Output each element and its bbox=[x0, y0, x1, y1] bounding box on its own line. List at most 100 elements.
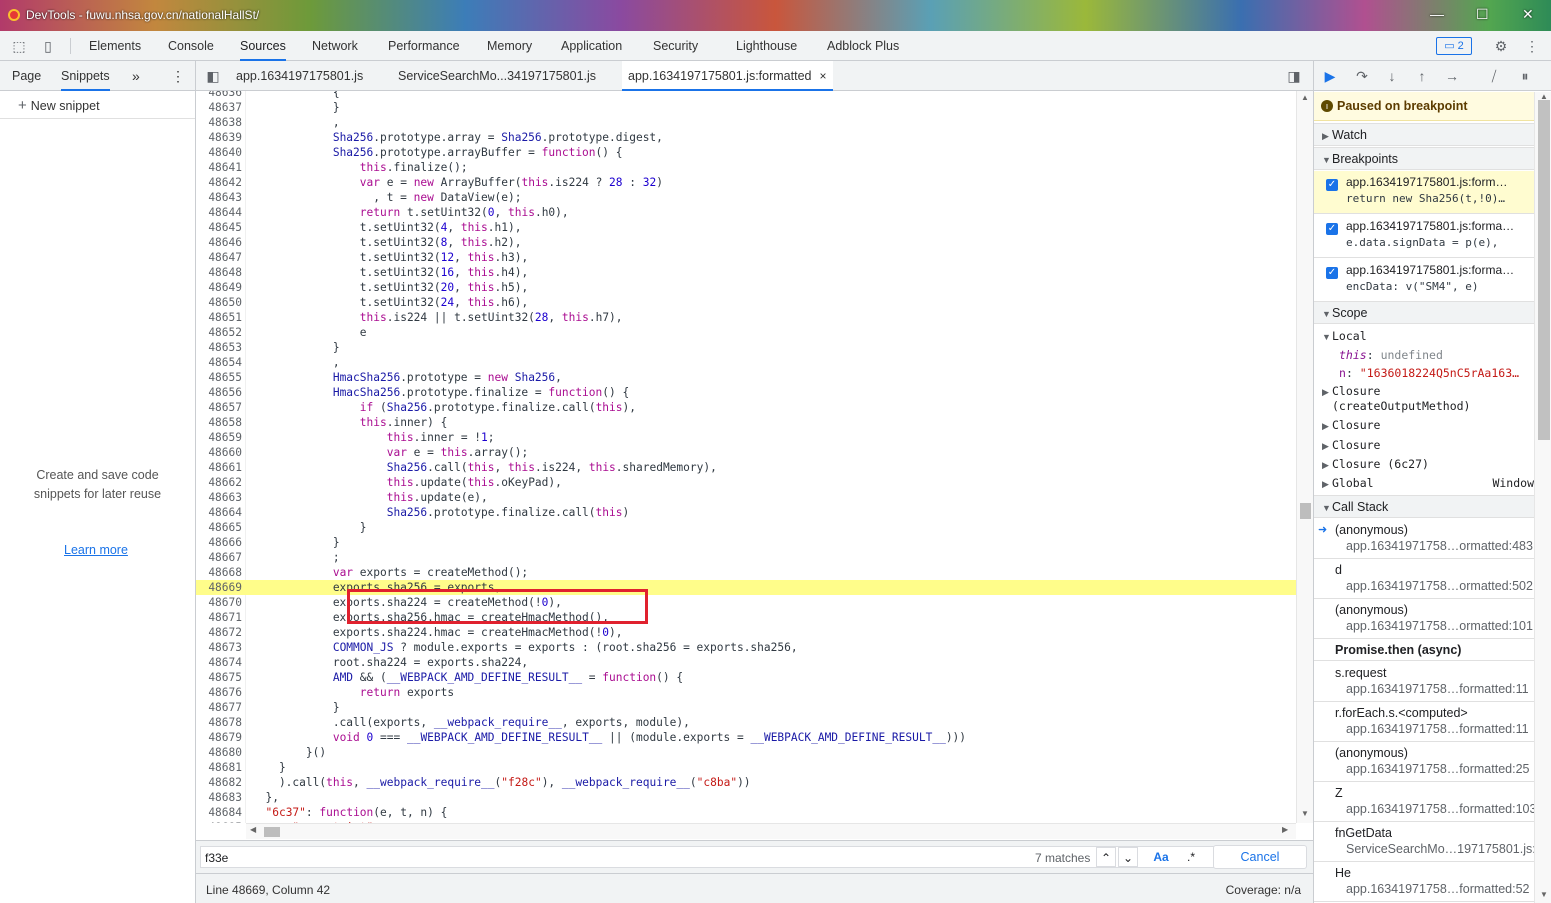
tab-console[interactable]: Console bbox=[168, 31, 214, 61]
code-line[interactable]: 48650 t.setUint32(24, this.h6), bbox=[196, 295, 1296, 310]
code-line[interactable]: 48636 { bbox=[196, 91, 1296, 100]
line-number[interactable]: 48652 bbox=[196, 325, 242, 340]
line-number[interactable]: 48640 bbox=[196, 145, 242, 160]
more-tabs-icon[interactable]: » bbox=[132, 61, 140, 91]
call-frame[interactable]: s.request app.16341971758…formatted:11 bbox=[1314, 662, 1534, 702]
code-line[interactable]: 48653 } bbox=[196, 340, 1296, 355]
frame-location[interactable]: app.16341971758…ormatted:483 bbox=[1346, 539, 1533, 553]
editor-vertical-scrollbar[interactable]: ▲ ▼ bbox=[1296, 91, 1313, 823]
line-number[interactable]: 48675 bbox=[196, 670, 242, 685]
cancel-search-button[interactable]: Cancel bbox=[1213, 845, 1307, 869]
line-number[interactable]: 48657 bbox=[196, 400, 242, 415]
breakpoint-checkbox[interactable]: ✓ bbox=[1326, 267, 1338, 279]
line-number[interactable]: 48674 bbox=[196, 655, 242, 670]
code-line[interactable]: 48667 ; bbox=[196, 550, 1296, 565]
code-line[interactable]: 48679 void 0 === __WEBPACK_AMD_DEFINE_RE… bbox=[196, 730, 1296, 745]
line-number[interactable]: 48646 bbox=[196, 235, 242, 250]
tab-performance[interactable]: Performance bbox=[388, 31, 460, 61]
code-line[interactable]: 48680 }() bbox=[196, 745, 1296, 760]
editor-tab-app-formatted[interactable]: app.1634197175801.js:formatted × bbox=[622, 61, 833, 91]
scroll-down-icon[interactable]: ▼ bbox=[1301, 809, 1309, 818]
call-frame[interactable]: r.forEach.s.<computed> app.16341971758…fo… bbox=[1314, 702, 1534, 742]
call-frame[interactable]: (anonymous) app.16341971758…ormatted:101 bbox=[1314, 599, 1534, 639]
code-line[interactable]: 48664 Sha256.prototype.finalize.call(thi… bbox=[196, 505, 1296, 520]
code-line[interactable]: 48637 } bbox=[196, 100, 1296, 115]
code-line[interactable]: 48672 exports.sha224.hmac = createHmacMe… bbox=[196, 625, 1296, 640]
code-line[interactable]: 48644 return t.setUint32(0, this.h0), bbox=[196, 205, 1296, 220]
step-icon[interactable]: → bbox=[1442, 66, 1462, 86]
code-line[interactable]: 48660 var e = this.array(); bbox=[196, 445, 1296, 460]
editor-horizontal-scrollbar[interactable]: ◀ ▶ bbox=[246, 823, 1296, 839]
line-number[interactable]: 48669 bbox=[196, 580, 242, 595]
line-number[interactable]: 48663 bbox=[196, 490, 242, 505]
match-case-button[interactable]: Aa bbox=[1151, 847, 1171, 867]
step-into-icon[interactable]: ↓ bbox=[1382, 66, 1402, 86]
code-line[interactable]: 48643 , t = new DataView(e); bbox=[196, 190, 1296, 205]
call-frame[interactable]: Zapp.16341971758…formatted:103 bbox=[1314, 782, 1536, 822]
frame-location[interactable]: app.16341971758…formatted:52 bbox=[1346, 882, 1529, 896]
tab-security[interactable]: Security bbox=[653, 31, 698, 61]
scroll-thumb[interactable] bbox=[1538, 100, 1550, 440]
breakpoint-item[interactable]: ✓ app.1634197175801.js:forma… e.data.sig… bbox=[1314, 215, 1534, 258]
frame-location[interactable]: app.16341971758…ormatted:101 bbox=[1346, 619, 1533, 633]
line-number[interactable]: 48658 bbox=[196, 415, 242, 430]
scroll-thumb-horizontal[interactable] bbox=[264, 827, 280, 837]
tab-page[interactable]: Page bbox=[12, 61, 41, 91]
breakpoints-section-header[interactable]: ▼Breakpoints bbox=[1314, 147, 1534, 170]
breakpoint-checkbox[interactable]: ✓ bbox=[1326, 223, 1338, 235]
more-vert-icon[interactable]: ⋮ bbox=[1523, 37, 1541, 55]
scroll-down-icon[interactable]: ▼ bbox=[1540, 890, 1548, 899]
scope-closure[interactable]: ▶ Closure (6c27) bbox=[1322, 455, 1429, 474]
line-number[interactable]: 48668 bbox=[196, 565, 242, 580]
code-line[interactable]: 48645 t.setUint32(4, this.h1), bbox=[196, 220, 1296, 235]
line-number[interactable]: 48679 bbox=[196, 730, 242, 745]
line-number[interactable]: 48651 bbox=[196, 310, 242, 325]
line-number[interactable]: 48666 bbox=[196, 535, 242, 550]
resume-icon[interactable]: ▶ bbox=[1320, 66, 1340, 86]
toggle-navigator-icon[interactable]: ◧ bbox=[204, 67, 222, 85]
breakpoint-checkbox[interactable]: ✓ bbox=[1326, 179, 1338, 191]
code-line[interactable]: 48654 , bbox=[196, 355, 1296, 370]
code-line[interactable]: 48659 this.inner = !1; bbox=[196, 430, 1296, 445]
close-tab-icon[interactable]: × bbox=[819, 69, 826, 83]
line-number[interactable]: 48649 bbox=[196, 280, 242, 295]
line-number[interactable]: 48662 bbox=[196, 475, 242, 490]
settings-gear-icon[interactable]: ⚙ bbox=[1492, 37, 1510, 55]
line-number[interactable]: 48677 bbox=[196, 700, 242, 715]
frame-location[interactable]: app.16341971758…formatted:103 bbox=[1346, 802, 1536, 816]
inspect-icon[interactable]: ⬚ bbox=[10, 37, 28, 55]
code-line[interactable]: 48662 this.update(this.oKeyPad), bbox=[196, 475, 1296, 490]
line-number[interactable]: 48648 bbox=[196, 265, 242, 280]
code-line[interactable]: 48677 } bbox=[196, 700, 1296, 715]
code-line[interactable]: 48681 } bbox=[196, 760, 1296, 775]
code-line[interactable]: 48661 Sha256.call(this, this.is224, this… bbox=[196, 460, 1296, 475]
close-window-icon[interactable]: ✕ bbox=[1522, 6, 1534, 23]
code-line[interactable]: 48668 var exports = createMethod(); bbox=[196, 565, 1296, 580]
code-line[interactable]: 48651 this.is224 || t.setUint32(28, this… bbox=[196, 310, 1296, 325]
code-line[interactable]: 48674 root.sha224 = exports.sha224, bbox=[196, 655, 1296, 670]
frame-location[interactable]: ServiceSearchMo…197175801.js: bbox=[1346, 842, 1536, 856]
code-line[interactable]: 48638 , bbox=[196, 115, 1296, 130]
code-line[interactable]: 48658 this.inner) { bbox=[196, 415, 1296, 430]
line-number[interactable]: 48682 bbox=[196, 775, 242, 790]
code-line[interactable]: 48642 var e = new ArrayBuffer(this.is224… bbox=[196, 175, 1296, 190]
breakpoint-item[interactable]: ✓ app.1634197175801.js:form… return new … bbox=[1314, 171, 1534, 214]
scope-closure[interactable]: ▶ Closure bbox=[1322, 436, 1380, 455]
scope-var-n[interactable]: n: "1636018224Q5nC5rAa163… bbox=[1339, 364, 1519, 383]
line-number[interactable]: 48637 bbox=[196, 100, 242, 115]
line-number[interactable]: 48645 bbox=[196, 220, 242, 235]
tab-sources[interactable]: Sources bbox=[240, 31, 286, 61]
call-frame[interactable]: ➜ (anonymous) app.16341971758…ormatted:483 bbox=[1314, 519, 1534, 559]
code-line[interactable]: 48652 e bbox=[196, 325, 1296, 340]
code-line[interactable]: 48682 ).call(this, __webpack_require__("… bbox=[196, 775, 1296, 790]
line-number[interactable]: 48659 bbox=[196, 430, 242, 445]
code-line[interactable]: 48648 t.setUint32(16, this.h4), bbox=[196, 265, 1296, 280]
line-number[interactable]: 48636 bbox=[196, 91, 242, 100]
device-toggle-icon[interactable]: ▯ bbox=[39, 37, 57, 55]
line-number[interactable]: 48660 bbox=[196, 445, 242, 460]
code-line[interactable]: 48683 }, bbox=[196, 790, 1296, 805]
code-line[interactable]: 48655 HmacSha256.prototype = new Sha256, bbox=[196, 370, 1296, 385]
scope-section-header[interactable]: ▼Scope bbox=[1314, 301, 1534, 324]
scope-global[interactable]: ▶ Global Window bbox=[1322, 474, 1534, 493]
code-line[interactable]: 48657 if (Sha256.prototype.finalize.call… bbox=[196, 400, 1296, 415]
